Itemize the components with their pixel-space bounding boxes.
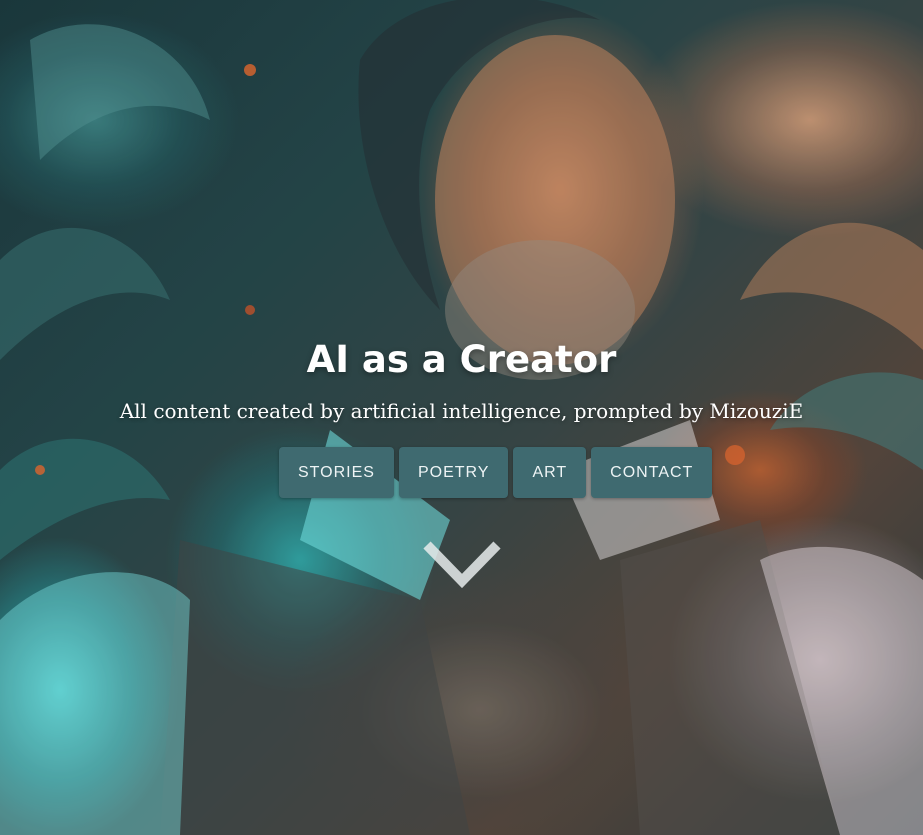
- nav-button-stories[interactable]: STORIES: [279, 447, 394, 498]
- main-navigation: STORIES POETRY ART CONTACT: [279, 447, 713, 498]
- chevron-down-icon: [423, 541, 501, 589]
- scroll-down-button[interactable]: [421, 537, 503, 589]
- page-subtitle: All content created by artificial intell…: [119, 399, 804, 423]
- nav-button-contact[interactable]: CONTACT: [591, 447, 713, 498]
- page-title: AI as a Creator: [306, 338, 617, 381]
- nav-button-art[interactable]: ART: [513, 447, 587, 498]
- nav-button-poetry[interactable]: POETRY: [398, 447, 509, 498]
